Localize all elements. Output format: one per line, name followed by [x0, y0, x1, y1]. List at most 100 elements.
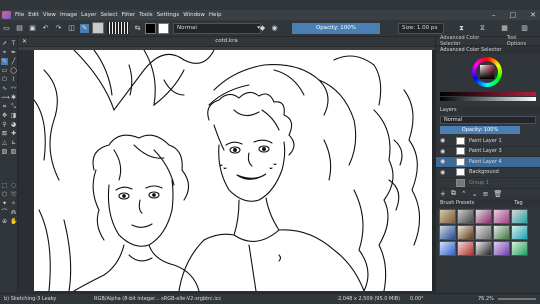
color-picker-icon[interactable]: ⚲ — [1, 121, 8, 128]
menu-window[interactable]: Window — [181, 12, 207, 18]
crop-tool-icon[interactable]: ⌗ — [1, 103, 8, 110]
colorize-mask-icon[interactable]: ◕ — [10, 121, 17, 128]
current-brush[interactable]: b) Sketching-3 Leaky — [4, 296, 56, 302]
add-layer-icon[interactable]: + — [440, 190, 446, 198]
minimize-button[interactable]: – — [492, 11, 496, 19]
mirror-horizontal-icon[interactable]: ⧗ — [457, 24, 466, 33]
redo-icon[interactable]: ↷ — [54, 24, 63, 33]
gradient-tool-icon[interactable]: ◫ — [67, 24, 76, 33]
brush-tool-icon[interactable]: ✎ — [1, 58, 8, 65]
multibrush-icon[interactable]: ✱ — [10, 94, 17, 101]
layer-row[interactable]: ◉ Paint Layer 1 — [436, 136, 540, 147]
freehand-path-icon[interactable]: 〰 — [10, 85, 17, 92]
hue-bar[interactable] — [440, 92, 536, 96]
menu-select[interactable]: Select — [99, 12, 120, 18]
edit-shapes-icon[interactable]: ⌖ — [1, 49, 8, 56]
menu-help[interactable]: Help — [207, 12, 224, 18]
assistant-tool-icon[interactable]: △ — [1, 139, 8, 146]
reference-tool-icon[interactable]: ▧ — [1, 148, 8, 155]
freehand-select-icon[interactable]: ➰ — [10, 191, 17, 198]
open-folder-icon[interactable]: ▤ — [15, 24, 24, 33]
move-down-icon[interactable]: ⌄ — [472, 190, 478, 198]
blend-mode-select[interactable]: Normal ▾ — [173, 22, 261, 34]
background-color-swatch[interactable] — [158, 22, 169, 34]
brush-preset[interactable] — [457, 224, 474, 240]
eye-icon[interactable]: ◉ — [440, 169, 446, 176]
layer-opacity-slider[interactable]: Opacity: 100% — [440, 126, 520, 134]
calligraphy-icon[interactable]: ✒ — [10, 49, 17, 56]
layer-row-active[interactable]: ◉ Paint Layer 4 — [436, 157, 540, 168]
document-tab[interactable]: ✕ cotd.kra — [18, 37, 435, 47]
polyline-tool-icon[interactable]: ⌇ — [10, 76, 17, 83]
pattern-selector[interactable] — [107, 22, 129, 34]
layer-row[interactable]: ◉ Paint Layer 3 — [436, 147, 540, 157]
move-up-icon[interactable]: ⌃ — [461, 190, 467, 198]
saturation-value-square[interactable] — [480, 65, 494, 79]
polygon-select-icon[interactable]: ⬡ — [1, 191, 8, 198]
foreground-color-swatch[interactable] — [145, 22, 156, 34]
brush-preset[interactable] — [439, 208, 456, 224]
swap-colors-icon[interactable]: ⇆ — [133, 24, 142, 33]
eye-icon[interactable]: ◉ — [440, 158, 446, 165]
value-bar[interactable] — [440, 97, 536, 101]
zoom-value[interactable]: 76.2% — [478, 296, 494, 302]
pan-tool-icon[interactable]: ✋ — [10, 218, 17, 225]
smart-patch-icon[interactable]: ✚ — [10, 130, 17, 137]
menu-filter[interactable]: Filter — [119, 12, 137, 18]
polygon-tool-icon[interactable]: ⬠ — [1, 76, 8, 83]
rectangle-tool-icon[interactable]: ▭ — [1, 67, 8, 74]
close-window-button[interactable]: ✕ — [530, 11, 536, 19]
delete-layer-icon[interactable]: 🗑 — [494, 190, 503, 198]
move-tool-icon[interactable]: ✥ — [1, 112, 8, 119]
menu-layer[interactable]: Layer — [79, 12, 98, 18]
menu-view[interactable]: View — [41, 12, 58, 18]
dynamic-brush-icon[interactable]: ⟿ — [1, 94, 10, 101]
menu-tools[interactable]: Tools — [137, 12, 155, 18]
menu-edit[interactable]: Edit — [26, 12, 41, 18]
brush-preset[interactable] — [457, 240, 474, 256]
layer-properties-icon[interactable]: ≡ — [483, 190, 489, 198]
size-slider[interactable]: Size: 1.00 px — [398, 22, 444, 34]
undo-icon[interactable]: ↶ — [41, 24, 50, 33]
select-shapes-icon[interactable]: ➚ — [1, 40, 8, 47]
workspace-icon[interactable]: ▦ — [500, 24, 509, 33]
brush-preset[interactable] — [475, 240, 492, 256]
line-tool-icon[interactable]: ╱ — [10, 58, 17, 65]
magnetic-select-icon[interactable]: ⋒ — [10, 209, 17, 216]
eraser-mode-icon[interactable]: ◆ — [258, 24, 267, 33]
zoom-slider[interactable] — [498, 298, 536, 300]
bezier-tool-icon[interactable]: ∿ — [1, 85, 8, 92]
color-selector[interactable] — [436, 54, 540, 106]
layer-blend-select[interactable]: Normal — [440, 116, 536, 124]
text-tool-icon[interactable]: T — [10, 40, 17, 47]
bezier-select-icon[interactable]: ⌒ — [1, 209, 8, 216]
fill-tool-icon[interactable]: ⛾ — [1, 130, 8, 137]
mirror-vertical-icon[interactable]: ⧖ — [478, 24, 487, 33]
similar-select-icon[interactable]: ✧ — [10, 200, 17, 207]
measure-tool-icon[interactable]: ⊾ — [10, 139, 17, 146]
brush-preset[interactable] — [475, 208, 492, 224]
opacity-slider[interactable]: Opacity: 100% — [292, 22, 380, 34]
preserve-alpha-icon[interactable]: ◉ — [270, 24, 279, 33]
rect-select-icon[interactable]: ⬚ — [1, 182, 8, 189]
tab-advanced-color-selector[interactable]: Advanced Color Selector — [436, 35, 503, 47]
maximize-button[interactable]: □ — [510, 11, 517, 19]
eye-icon[interactable]: ◉ — [440, 148, 446, 155]
drawing-canvas[interactable] — [34, 50, 432, 291]
brush-preset[interactable] — [493, 208, 510, 224]
menu-image[interactable]: Image — [58, 12, 79, 18]
menu-file[interactable]: File — [13, 12, 26, 18]
brush-preset[interactable] — [457, 208, 474, 224]
zoom-tool-icon[interactable]: ⊕ — [1, 218, 8, 225]
brush-preset[interactable] — [511, 224, 528, 240]
ellipse-select-icon[interactable]: ◌ — [10, 182, 17, 189]
save-icon[interactable]: ▣ — [28, 24, 37, 33]
menu-settings[interactable]: Settings — [155, 12, 182, 18]
brush-preset[interactable] — [511, 240, 528, 256]
ellipse-tool-icon[interactable]: ◯ — [10, 67, 17, 74]
eye-icon[interactable]: ◉ — [440, 137, 446, 144]
brush-preset[interactable] — [511, 208, 528, 224]
duplicate-layer-icon[interactable]: ⧉ — [451, 189, 456, 198]
tab-tool-options[interactable]: Tool Options — [503, 35, 540, 47]
brush-preset[interactable] — [493, 240, 510, 256]
